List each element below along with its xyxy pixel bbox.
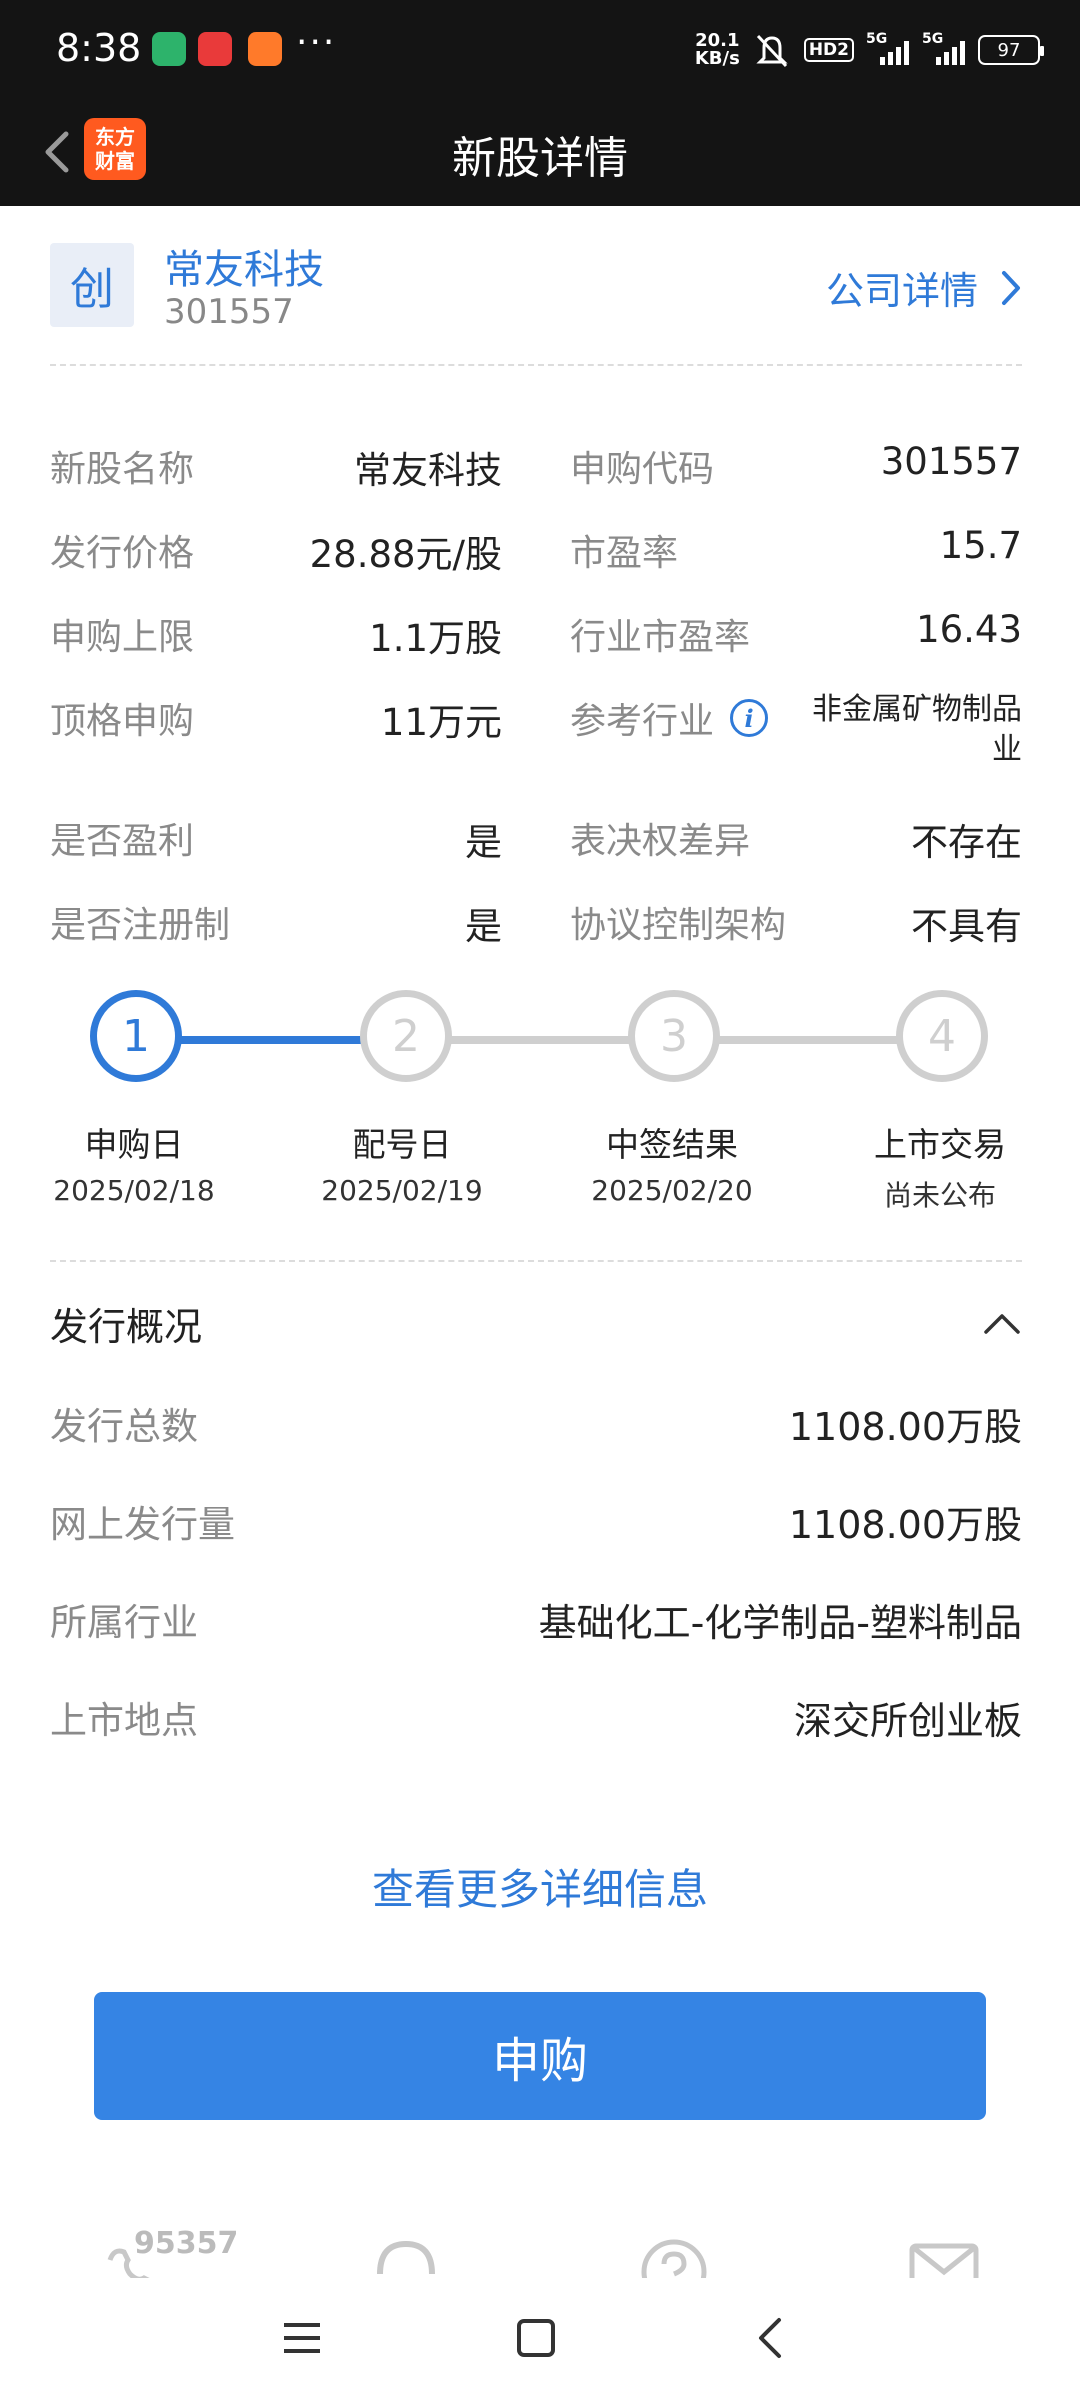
info-cell: 市盈率 15.7 <box>570 524 1022 574</box>
app-header: 东方 财富 新股详情 <box>0 98 1080 206</box>
stock-name: 常友科技 <box>164 247 324 293</box>
overview-title: 发行概况 <box>50 1305 203 1349</box>
battery-icon: 97 <box>978 35 1044 65</box>
shopping-app-icon <box>248 32 282 66</box>
info-cell: 行业市盈率 16.43 <box>570 608 1022 658</box>
info-row: 新股名称 常友科技 申购代码 301557 <box>50 440 1022 500</box>
mute-icon <box>756 34 788 68</box>
info-cell: 参考行业 i 非金属矿物制品业 <box>570 692 1022 767</box>
shield-app-icon <box>152 32 186 66</box>
back-nav-button[interactable] <box>740 2308 800 2368</box>
toutiao-app-icon <box>198 32 232 66</box>
menu-nav-button[interactable] <box>272 2308 332 2368</box>
net-speed: 20.1 KB/s <box>694 30 740 69</box>
info-cell: 申购代码 301557 <box>570 440 1022 490</box>
divider <box>50 364 1022 366</box>
ipo-timeline: 1 2 3 4 申购日 配号日 中签结果 上市交易 2025/02/18 202… <box>0 990 1080 1230</box>
step-date: 2025/02/19 <box>321 1174 483 1207</box>
info-cell: 是否注册制 是 <box>50 905 502 948</box>
stock-code: 301557 <box>164 292 294 332</box>
info-cell: 发行价格 28.88元/股 <box>50 533 502 576</box>
overview-row: 发行总数 1108.00万股 <box>50 1405 1022 1449</box>
hd-voice-icon: HD2 <box>803 38 854 62</box>
navigation-bar <box>0 2278 1080 2400</box>
timeline-segment <box>180 1036 366 1044</box>
back-triangle-icon <box>759 2318 781 2358</box>
step-label: 申购日 <box>84 1125 184 1164</box>
subscribe-button[interactable]: 申购 <box>94 1992 986 2120</box>
info-row: 顶格申购 11万元 参考行业 i 非金属矿物制品业 <box>50 692 1022 782</box>
headset-icon[interactable] <box>366 2230 446 2278</box>
status-indicators: 20.1 KB/s HD2 5G 5G 97 <box>694 30 1044 70</box>
info-cell: 协议控制架构 不具有 <box>570 905 1022 948</box>
phone-icon[interactable] <box>96 2230 176 2278</box>
growth-board-badge: 创 <box>50 243 134 327</box>
signal-sim1-icon: 5G <box>866 31 910 65</box>
chevron-right-icon <box>1002 270 1020 305</box>
info-cell: 新股名称 常友科技 <box>50 449 502 492</box>
timeline-segment <box>450 1036 632 1044</box>
collapse-chevron-icon[interactable] <box>982 1310 1022 1336</box>
more-notifications-icon: ··· <box>296 22 337 63</box>
company-details-label: 公司详情 <box>825 269 978 313</box>
overview-row: 上市地点 深交所创业板 <box>50 1699 1022 1743</box>
info-row: 是否盈利 是 表决权差异 不存在 <box>50 812 1022 872</box>
bottom-toolbar <box>0 2222 1080 2278</box>
step-circle-3: 3 <box>628 990 720 1082</box>
status-time: 8:38 <box>56 26 142 70</box>
info-row: 是否注册制 是 协议控制架构 不具有 <box>50 896 1022 956</box>
step-date: 2025/02/18 <box>53 1174 215 1207</box>
info-row: 申购上限 1.1万股 行业市盈率 16.43 <box>50 608 1022 668</box>
signal-sim2-icon: 5G <box>922 31 966 65</box>
stock-header: 创 常友科技 301557 公司详情 <box>50 240 1022 360</box>
step-circle-2: 2 <box>360 990 452 1082</box>
more-details-link[interactable]: 查看更多详细信息 <box>0 1856 1080 1917</box>
info-row: 发行价格 28.88元/股 市盈率 15.7 <box>50 524 1022 584</box>
overview-row: 所属行业 基础化工-化学制品-塑料制品 <box>50 1601 1022 1645</box>
step-circle-4: 4 <box>896 990 988 1082</box>
company-details-link[interactable]: 公司详情 <box>826 260 1022 315</box>
menu-icon <box>284 2323 320 2353</box>
timeline-segment <box>718 1036 900 1044</box>
step-date: 尚未公布 <box>883 1179 996 1212</box>
message-icon[interactable] <box>904 2230 984 2278</box>
help-icon[interactable] <box>634 2230 714 2278</box>
step-label: 上市交易 <box>874 1125 1006 1164</box>
overview-row: 网上发行量 1108.00万股 <box>50 1503 1022 1547</box>
info-cell: 顶格申购 11万元 <box>50 701 502 744</box>
info-cell: 表决权差异 不存在 <box>570 821 1022 864</box>
home-nav-button[interactable] <box>506 2308 566 2368</box>
page-title: 新股详情 <box>452 133 628 184</box>
info-cell: 申购上限 1.1万股 <box>50 617 502 660</box>
step-circle-1: 1 <box>90 990 182 1082</box>
status-bar: 8:38 ··· 20.1 KB/s HD2 5G 5G 97 <box>0 0 1080 98</box>
step-label: 中签结果 <box>606 1125 738 1164</box>
home-square-icon <box>517 2319 555 2357</box>
divider <box>50 1260 1022 1262</box>
info-cell: 是否盈利 是 <box>50 821 502 864</box>
step-date: 2025/02/20 <box>591 1174 753 1207</box>
info-icon[interactable]: i <box>730 699 769 737</box>
step-label: 配号日 <box>352 1125 452 1164</box>
